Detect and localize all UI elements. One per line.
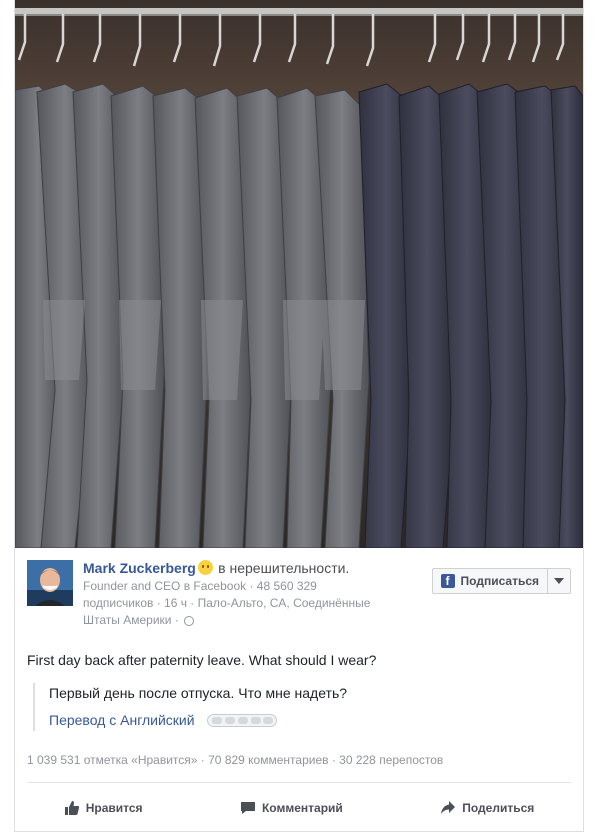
- thumbs-up-icon: [64, 801, 79, 815]
- post-meta: Mark Zuckerberg в нерешительности. Found…: [83, 560, 413, 629]
- engagement-stats[interactable]: 1 039 531 отметка «Нравится» · 70 829 ко…: [27, 753, 443, 767]
- facebook-icon: f: [440, 574, 455, 588]
- translation-source-link[interactable]: Перевод с Английский: [49, 709, 195, 731]
- comment-icon: [240, 802, 255, 814]
- avatar[interactable]: [27, 560, 73, 606]
- author-name[interactable]: Mark Zuckerberg: [83, 560, 196, 576]
- globe-icon[interactable]: [184, 616, 195, 626]
- closet-shirts-image: [15, 0, 583, 548]
- undecided-emoji-icon: [197, 560, 213, 575]
- comment-button[interactable]: Комментарий: [240, 800, 343, 816]
- action-bar: Нравится Комментарий Поделиться: [15, 790, 583, 826]
- share-label: Поделиться: [462, 801, 535, 815]
- post-header: Mark Zuckerberg в нерешительности. Found…: [27, 560, 571, 640]
- meta-line-2: подписчиков · 16 ч · Пало-Альто, CA, Сое…: [83, 596, 371, 610]
- post-photo[interactable]: [15, 0, 583, 548]
- share-button[interactable]: Поделиться: [440, 800, 534, 816]
- translation-rating[interactable]: [206, 713, 277, 727]
- meta-line-1: Founder and CEO в Facebook · 48 560 329: [83, 579, 317, 593]
- share-icon: [441, 801, 456, 814]
- follow-button[interactable]: f Подписаться: [433, 569, 548, 593]
- follow-dropdown-button[interactable]: [548, 569, 570, 593]
- mood-text: в нерешительности.: [218, 560, 350, 576]
- divider: [27, 782, 571, 783]
- follow-label: Подписаться: [460, 574, 539, 588]
- chevron-down-icon: [554, 578, 564, 584]
- post-text: First day back after paternity leave. Wh…: [27, 652, 377, 668]
- comment-label: Комментарий: [261, 801, 343, 815]
- follow-button-group: f Подписаться: [431, 568, 571, 594]
- translated-text: Первый день после отпуска. Что мне надет…: [49, 685, 348, 701]
- post-card: Mark Zuckerberg в нерешительности. Found…: [14, 0, 584, 832]
- like-button[interactable]: Нравится: [64, 800, 143, 816]
- like-label: Нравится: [85, 801, 143, 815]
- meta-line-3: Штаты Америки ·: [83, 613, 179, 627]
- profile-photo-icon: [27, 560, 73, 606]
- translation-block: Первый день после отпуска. Что мне надет…: [33, 683, 569, 731]
